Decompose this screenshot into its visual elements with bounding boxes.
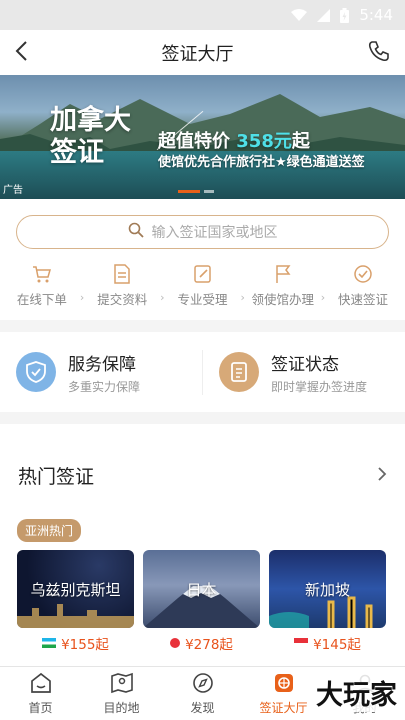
visa-hall-icon bbox=[272, 672, 296, 697]
card-price-row: ¥145起 bbox=[269, 633, 386, 653]
banner-country: 加拿大 签证 bbox=[50, 105, 131, 168]
watermark: 大玩家 bbox=[314, 673, 399, 712]
banner-pagination bbox=[178, 190, 214, 193]
search-input[interactable]: 输入签证国家或地区 bbox=[16, 215, 389, 249]
check-circle-icon bbox=[353, 263, 373, 285]
promo-banner[interactable]: 加拿大 签证 超值特价 358元起 使馆优先合作旅行社★绿色通道送签 广告 bbox=[0, 75, 405, 199]
japan-flag-icon bbox=[170, 638, 181, 648]
tab-visa-hall[interactable]: 签证大厅 bbox=[243, 667, 324, 720]
pagination-dot bbox=[204, 190, 214, 193]
page-title: 签证大厅 bbox=[161, 43, 234, 65]
cart-icon bbox=[32, 263, 52, 285]
section-separator bbox=[0, 412, 405, 424]
shield-icon bbox=[16, 352, 56, 392]
step-professional-handling: 专业受理 bbox=[165, 263, 241, 308]
tab-label: 发现 bbox=[190, 700, 215, 715]
wifi-icon bbox=[291, 8, 308, 22]
tab-home[interactable]: 首页 bbox=[0, 667, 81, 720]
hot-visa-title: 热门签证 bbox=[18, 466, 95, 488]
card-name: 新加坡 bbox=[304, 580, 350, 599]
step-submit-docs: 提交资料 bbox=[84, 263, 160, 308]
signal-icon bbox=[317, 8, 331, 22]
visa-card-japan[interactable]: 日本 ¥278起 bbox=[143, 550, 260, 653]
tab-label: 签证大厅 bbox=[259, 700, 308, 715]
section-separator bbox=[0, 320, 405, 332]
tab-label: 首页 bbox=[28, 700, 53, 715]
card-price: ¥155起 bbox=[61, 637, 109, 653]
city-silhouette bbox=[17, 604, 134, 628]
visa-card-singapore[interactable]: 新加坡 ¥145起 bbox=[269, 550, 386, 653]
asia-hot-tag[interactable]: 亚洲热门 bbox=[17, 519, 82, 542]
service-guarantee[interactable]: 服务保障 多重实力保障 bbox=[0, 350, 202, 395]
compass-icon bbox=[191, 672, 215, 697]
tab-label: 目的地 bbox=[103, 700, 140, 715]
banner-promo: 超值特价 358元起 bbox=[158, 131, 310, 152]
hot-visa-header: 热门签证 bbox=[0, 424, 405, 489]
status-time: 5:44 bbox=[359, 6, 393, 24]
chevron-right-icon[interactable] bbox=[377, 466, 387, 486]
singapore-flag-icon bbox=[294, 638, 309, 648]
hot-visa-cards: 乌兹别克斯坦 ¥155起 日本 ¥278起 新加坡 ¥145起 bbox=[0, 542, 405, 653]
card-price-row: ¥278起 bbox=[143, 633, 260, 653]
card-name: 日本 bbox=[186, 580, 217, 599]
visa-process-steps: 在线下单 › 提交资料 › 专业受理 › 领使馆办理 › 快速签证 bbox=[0, 259, 405, 320]
card-image: 乌兹别克斯坦 bbox=[17, 550, 134, 628]
back-icon[interactable] bbox=[14, 40, 28, 66]
card-price-row: ¥155起 bbox=[17, 633, 134, 653]
edit-icon bbox=[193, 263, 213, 285]
search-placeholder: 输入签证国家或地区 bbox=[151, 225, 278, 241]
map-icon bbox=[110, 672, 134, 697]
uzbekistan-flag-icon bbox=[42, 638, 57, 648]
status-doc-icon bbox=[219, 352, 259, 392]
ad-label: 广告 bbox=[3, 185, 23, 196]
service-title: 签证状态 bbox=[271, 354, 339, 375]
banner-subtitle: 使馆优先合作旅行社★绿色通道送签 bbox=[158, 155, 365, 170]
step-order-online: 在线下单 bbox=[4, 263, 80, 308]
visa-card-uzbekistan[interactable]: 乌兹别克斯坦 ¥155起 bbox=[17, 550, 134, 653]
step-fast-visa: 快速签证 bbox=[325, 263, 401, 308]
home-icon bbox=[29, 672, 53, 697]
flag-icon bbox=[274, 263, 292, 285]
pagination-dot-active bbox=[178, 190, 200, 193]
status-bar: 5:44 bbox=[0, 0, 405, 30]
card-price: ¥278起 bbox=[185, 637, 233, 653]
battery-icon bbox=[340, 7, 350, 23]
search-icon bbox=[128, 222, 144, 242]
services-row: 服务保障 多重实力保障 签证状态 即时掌握办签进度 bbox=[0, 332, 405, 412]
service-subtitle: 多重实力保障 bbox=[68, 379, 141, 394]
service-visa-status[interactable]: 签证状态 即时掌握办签进度 bbox=[202, 349, 405, 395]
step-embassy-processing: 领使馆办理 bbox=[245, 263, 321, 308]
card-price: ¥145起 bbox=[313, 637, 361, 653]
tab-discover[interactable]: 发现 bbox=[162, 667, 243, 720]
service-title: 服务保障 bbox=[68, 354, 136, 375]
document-icon bbox=[113, 263, 131, 285]
tab-destination[interactable]: 目的地 bbox=[81, 667, 162, 720]
card-name: 乌兹别克斯坦 bbox=[30, 580, 121, 599]
service-subtitle: 即时掌握办签进度 bbox=[271, 379, 368, 394]
top-navbar: 签证大厅 bbox=[0, 30, 405, 75]
phone-icon[interactable] bbox=[367, 39, 391, 67]
card-image: 日本 bbox=[143, 550, 260, 628]
card-image: 新加坡 bbox=[269, 550, 386, 628]
